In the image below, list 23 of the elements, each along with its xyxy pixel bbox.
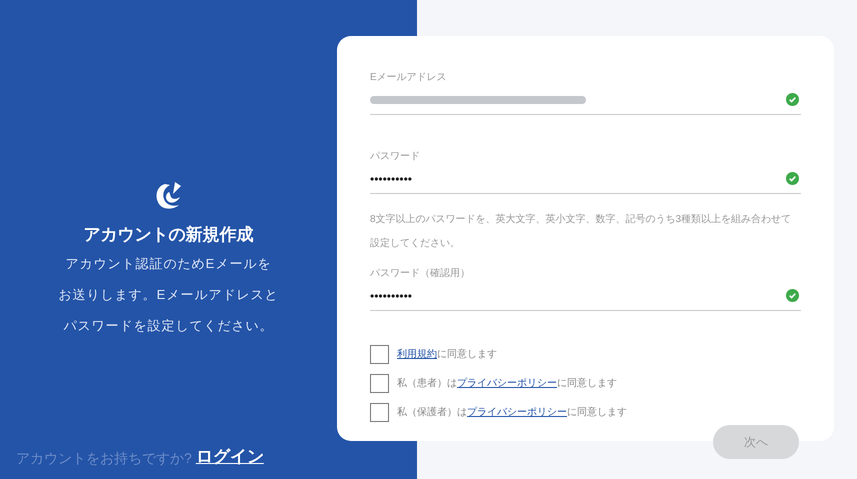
field-value: ••••••••••: [370, 288, 412, 304]
agreement-text: 私（患者）はプライバシーポリシーに同意します: [397, 376, 617, 391]
page-title: アカウントの新規作成: [84, 224, 254, 246]
field-value: ••••••••••: [370, 170, 412, 188]
terms-link[interactable]: プライバシーポリシー: [467, 407, 567, 418]
checkbox[interactable]: [370, 403, 389, 422]
field-label: パスワード（確認用）: [370, 266, 471, 281]
description-text: パスワードを設定してください。: [64, 316, 274, 334]
input-field[interactable]: ••••••••••: [370, 281, 801, 311]
agreement-text: 利用規約に同意します: [397, 348, 497, 362]
field-label: パスワード: [370, 150, 421, 164]
terms-link[interactable]: プライバシーポリシー: [457, 378, 557, 389]
help-text: 8文字以上のパスワードを、英大文字、英小文字、数字、記号のうち3種類以上を組み合わせて設定してください。: [370, 212, 792, 251]
input-field[interactable]: ••••••••••: [370, 164, 801, 194]
checkbox[interactable]: [370, 374, 389, 393]
description-text: アカウント認証のためEメールを: [66, 254, 272, 272]
field-label: Eメールアドレス: [370, 71, 448, 85]
login-prompt: アカウントをお持ちですか?: [16, 449, 192, 468]
login-link[interactable]: ログイン: [196, 444, 264, 469]
terms-link[interactable]: 利用規約: [397, 349, 437, 360]
checkbox[interactable]: [370, 345, 389, 364]
agreement-text: 私（保護者）はプライバシーポリシーに同意します: [397, 406, 627, 420]
description-text: お送りします。Eメールアドレスと: [58, 286, 278, 304]
